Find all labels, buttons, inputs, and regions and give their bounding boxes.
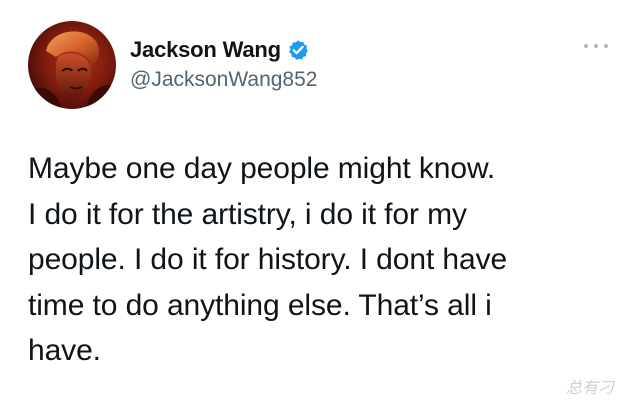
author-name-row: Jackson Wang <box>130 37 309 63</box>
tweet-text-line: have. <box>28 334 101 367</box>
more-horizontal-icon <box>604 44 608 48</box>
more-options-button[interactable] <box>578 34 614 58</box>
tweet-text: Maybe one day people might know. I do it… <box>28 146 618 374</box>
avatar[interactable] <box>28 21 116 109</box>
more-horizontal-icon <box>594 44 598 48</box>
tweet-card: Jackson Wang @JacksonWang852 Maybe one d… <box>0 0 640 412</box>
display-name[interactable]: Jackson Wang <box>130 37 281 63</box>
tweet-text-line: I do it for the artistry, i do it for my <box>28 197 467 231</box>
tweet-text-line: Maybe one day people might know. <box>28 152 496 185</box>
verified-badge-icon <box>287 39 309 61</box>
watermark: 总有刁 <box>566 378 615 397</box>
more-horizontal-icon <box>584 44 588 48</box>
user-handle[interactable]: @JacksonWang852 <box>130 68 317 92</box>
tweet-text-line: people. I do it for history. I dont have <box>28 243 508 276</box>
tweet-text-line: time to do anything else. That’s all i <box>28 288 492 322</box>
user-avatar-photo-icon <box>28 21 116 109</box>
